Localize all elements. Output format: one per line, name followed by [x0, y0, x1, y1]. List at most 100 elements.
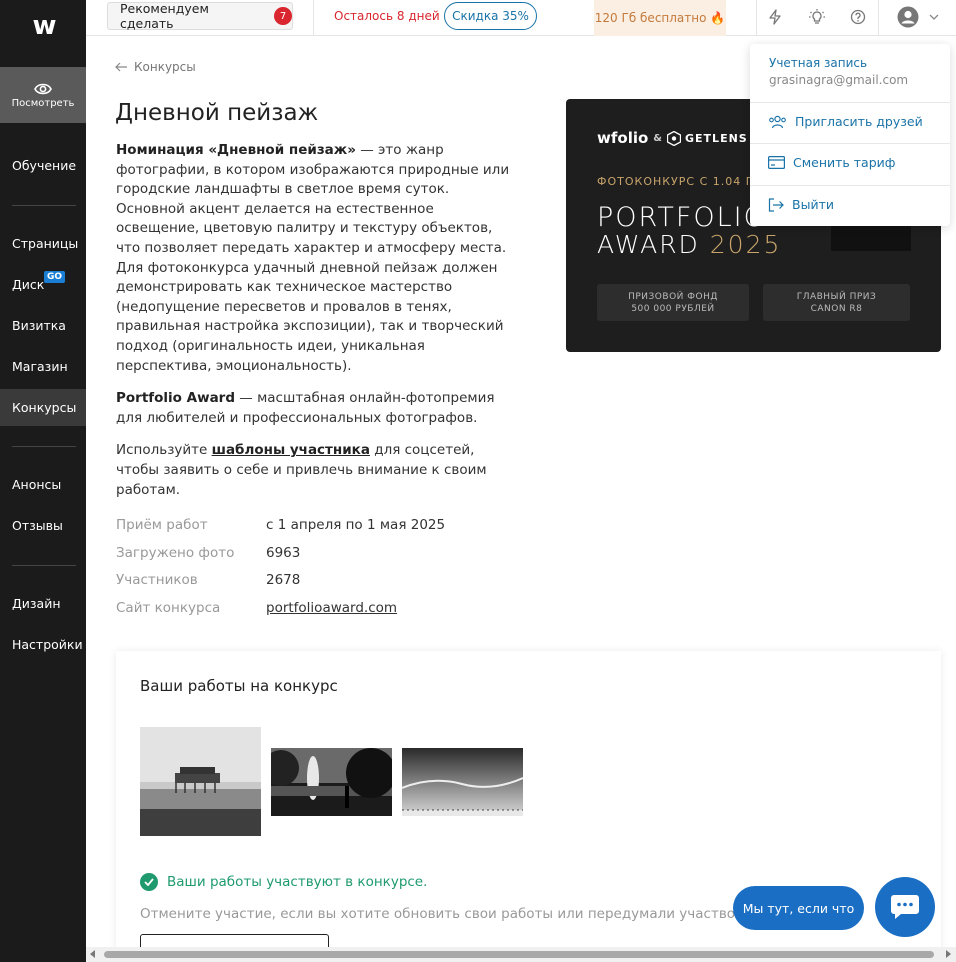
scroll-left-arrow-icon[interactable]: [90, 950, 95, 958]
participation-status: Ваши работы участвуют в конкурсе.: [140, 873, 427, 891]
days-left-text[interactable]: Осталось 8 дней: [334, 9, 440, 23]
user-dropdown: Учетная запись grasinagra@gmail.com Приг…: [750, 44, 950, 226]
nav-item-design[interactable]: Дизайн: [12, 596, 61, 611]
nav-divider: [12, 446, 76, 447]
sidebar: w Посмотреть Обучение Страницы Диск GO В…: [0, 0, 86, 962]
nomination-name: Номинация «Дневной пейзаж»: [116, 142, 356, 158]
getlens-icon: [667, 130, 682, 146]
back-label: Конкурсы: [134, 60, 196, 74]
getlens-logo: GETLENS: [667, 130, 748, 146]
logout-label: Выйти: [792, 197, 834, 212]
lightbulb-icon[interactable]: [806, 6, 828, 28]
topbar: Рекомендуем сделать 7 Осталось 8 дней Ск…: [86, 0, 956, 36]
info-value: 2678: [266, 572, 301, 588]
main-prize-value: CANON R8: [810, 303, 863, 314]
lightning-icon[interactable]: [764, 6, 786, 28]
prize-fund-box: ПРИЗОВОЙ ФОНД 500 000 РУБЛЕЙ: [597, 284, 749, 321]
info-label: Сайт конкурса: [116, 600, 221, 616]
go-badge: GO: [44, 271, 66, 283]
nav-item-shop[interactable]: Магазин: [12, 359, 68, 374]
description-text: — это жанр фотографии, в котором изображ…: [116, 142, 510, 374]
wfolio-logo: wfolio: [597, 129, 649, 147]
nav-divider: [12, 205, 76, 206]
banner-subtitle: ФОТОКОНКУРС С 1.04 П: [597, 175, 756, 188]
work-photo[interactable]: [140, 727, 261, 836]
banner-title-year: 2025: [709, 230, 782, 259]
cancel-hint: Отмените участие, если вы хотите обновит…: [140, 906, 772, 922]
info-label: Приём работ: [116, 517, 208, 533]
chat-button[interactable]: [875, 877, 935, 937]
topbar-divider: [756, 0, 757, 36]
status-text: Ваши работы участвуют в конкурсе.: [167, 874, 428, 890]
info-label: Загружено фото: [116, 545, 235, 561]
info-label: Участников: [116, 572, 198, 588]
invite-friends-label: Пригласить друзей: [795, 114, 923, 129]
scrollbar-thumb[interactable]: [104, 951, 934, 958]
dropdown-divider: [750, 102, 950, 103]
banner-logos: wfolio & GETLENS: [597, 129, 748, 147]
main-prize-label: ГЛАВНЫЙ ПРИЗ: [796, 291, 877, 302]
account-link[interactable]: Учетная запись: [769, 56, 867, 70]
topbar-divider: [878, 0, 879, 36]
nav-item-card[interactable]: Визитка: [12, 318, 66, 333]
credit-card-icon: [768, 156, 785, 169]
nav-divider: [12, 565, 76, 566]
chat-bubble-icon: [891, 895, 919, 919]
logo[interactable]: w: [0, 0, 86, 52]
banner-amp: &: [653, 132, 663, 144]
arrow-left-icon: [115, 62, 127, 72]
nav-item-settings[interactable]: Настройки: [12, 637, 83, 652]
dropdown-divider: [750, 143, 950, 144]
preview-label: Посмотреть: [11, 97, 75, 109]
scroll-right-arrow-icon[interactable]: [946, 950, 951, 958]
eye-icon: [34, 83, 52, 94]
contest-description: Номинация «Дневной пейзаж» — это жанр фо…: [116, 141, 511, 513]
banner-title-line2: AWARD 2025: [597, 230, 781, 259]
discount-button[interactable]: Скидка 35%: [444, 2, 537, 30]
nav-item-disk[interactable]: Диск: [12, 277, 44, 292]
recommend-label: Рекомендуем сделать: [120, 1, 209, 31]
dropdown-divider: [750, 185, 950, 186]
works-title: Ваши работы на конкурс: [140, 677, 338, 695]
nav-item-contests[interactable]: Конкурсы: [12, 400, 76, 415]
nav-item-reviews[interactable]: Отзывы: [12, 518, 63, 533]
change-plan-item[interactable]: Сменить тариф: [768, 155, 895, 170]
topbar-divider: [313, 0, 314, 36]
chevron-down-icon: [929, 14, 939, 20]
nav-item-pages[interactable]: Страницы: [12, 236, 78, 251]
horizontal-scrollbar[interactable]: [86, 947, 956, 962]
info-value: с 1 апреля по 1 мая 2025: [266, 517, 446, 533]
account-email: grasinagra@gmail.com: [769, 73, 909, 87]
getlens-label: GETLENS: [685, 131, 748, 145]
prize-fund-label: ПРИЗОВОЙ ФОНД: [628, 291, 718, 302]
recommend-count-badge: 7: [274, 7, 292, 25]
page-title: Дневной пейзаж: [115, 100, 319, 126]
chat-prompt-button[interactable]: Мы тут, если что: [733, 886, 864, 930]
users-icon: [769, 115, 786, 128]
templates-paragraph: Используйте шаблоны участника для соцсет…: [116, 441, 511, 500]
info-value: 6963: [266, 545, 301, 561]
work-photo[interactable]: [271, 748, 392, 816]
banner-title-line1: PORTFOLIO: [597, 202, 767, 233]
contest-site-link[interactable]: portfolioaward.com: [266, 600, 397, 616]
back-link[interactable]: Конкурсы: [115, 60, 196, 74]
invite-friends-item[interactable]: Пригласить друзей: [768, 114, 923, 129]
award-paragraph: Portfolio Award — масштабная онлайн-фото…: [116, 389, 511, 428]
templates-link[interactable]: шаблоны участника: [212, 442, 370, 458]
prize-fund-value: 500 000 РУБЛЕЙ: [631, 303, 715, 314]
logout-item[interactable]: Выйти: [768, 197, 834, 212]
help-icon[interactable]: [847, 6, 869, 28]
change-plan-label: Сменить тариф: [793, 155, 896, 170]
logout-icon: [768, 197, 784, 212]
nav-item-announcements[interactable]: Анонсы: [12, 477, 61, 492]
check-circle-icon: [140, 873, 158, 891]
award-name: Portfolio Award: [116, 390, 236, 407]
nav-item-learning[interactable]: Обучение: [12, 158, 76, 173]
preview-button[interactable]: Посмотреть: [0, 67, 86, 123]
free-storage-button[interactable]: 120 Гб бесплатно 🔥: [594, 0, 726, 36]
avatar-icon: [897, 6, 919, 28]
user-menu-button[interactable]: [897, 6, 941, 28]
work-photo[interactable]: [402, 748, 523, 816]
recommend-button[interactable]: Рекомендуем сделать 7: [107, 1, 293, 31]
logo-mark: w: [32, 11, 56, 41]
